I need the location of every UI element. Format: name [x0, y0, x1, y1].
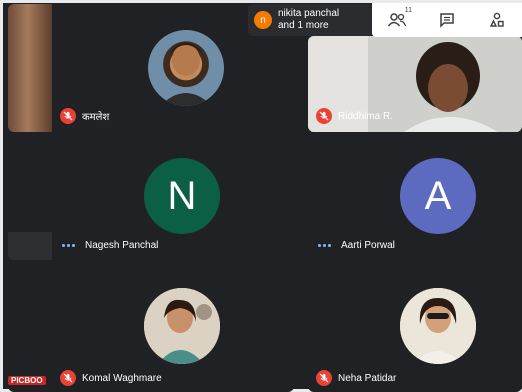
participant-avatar: A: [400, 158, 476, 234]
video-strip: [8, 4, 52, 132]
participant-name: कमलेश: [82, 112, 110, 123]
chat-button[interactable]: [436, 9, 458, 31]
participant-name-row: Nagesh Panchal: [62, 240, 158, 251]
participant-tile[interactable]: N Nagesh Panchal: [8, 136, 294, 260]
presenting-chip[interactable]: n nikita panchal and 1 more: [248, 4, 374, 36]
participant-name-row: कमलेश: [60, 108, 109, 124]
participant-name: Riddhima R.: [338, 110, 394, 122]
people-button[interactable]: 11: [386, 7, 412, 31]
people-count-badge: 11: [404, 7, 412, 14]
video-strip: [8, 232, 52, 260]
participant-tile[interactable]: Komal Waghmare: [8, 264, 294, 392]
participant-avatar: [400, 288, 476, 364]
participant-name-row: Aarti Porwal: [318, 240, 395, 251]
chat-icon: [440, 13, 454, 28]
participant-name: Neha Patidar: [338, 372, 397, 384]
participant-name: Komal Waghmare: [82, 372, 162, 384]
activities-icon: [489, 12, 504, 27]
participant-tile[interactable]: A Aarti Porwal: [308, 136, 522, 260]
chip-avatar: n: [254, 11, 272, 29]
mic-off-icon: [60, 108, 76, 124]
participant-avatar: [144, 288, 220, 364]
mic-off-icon: [316, 108, 332, 124]
participant-name-row: Neha Patidar: [316, 370, 396, 386]
watermark: PICBOO: [8, 376, 46, 385]
chip-text: nikita panchal and 1 more: [278, 8, 339, 32]
participant-name-row: Komal Waghmare: [60, 370, 162, 386]
people-icon: [388, 13, 406, 27]
participant-name: Aarti Porwal: [341, 240, 395, 251]
chip-line2: and 1 more: [278, 20, 329, 31]
mic-off-icon: [60, 370, 76, 386]
participant-tile[interactable]: Riddhima R.: [308, 36, 522, 132]
participant-name-row: Riddhima R.: [316, 108, 393, 124]
participant-avatar: [148, 30, 224, 106]
mic-off-icon: [316, 370, 332, 386]
participant-name: Nagesh Panchal: [85, 240, 159, 251]
speaking-indicator-icon: [62, 244, 75, 247]
participant-tile[interactable]: Neha Patidar: [308, 264, 522, 392]
participant-avatar: N: [144, 158, 220, 234]
chip-line1: nikita panchal: [278, 8, 340, 19]
activities-button[interactable]: [486, 9, 508, 31]
speaking-indicator-icon: [318, 244, 331, 247]
top-actions-bar: 11: [372, 3, 522, 37]
